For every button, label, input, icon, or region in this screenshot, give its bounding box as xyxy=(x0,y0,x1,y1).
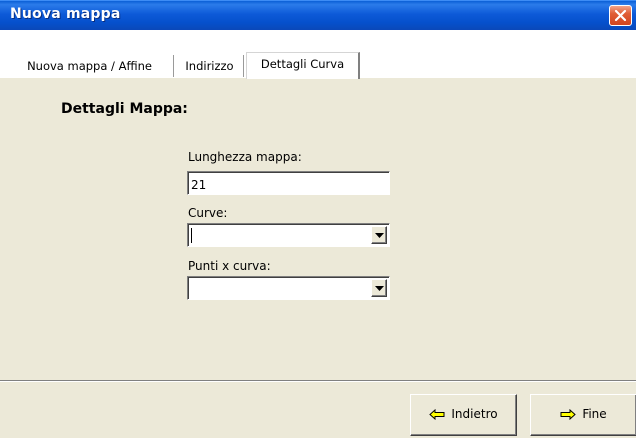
finish-button-content: Fine xyxy=(531,407,636,421)
finish-button-label: Fine xyxy=(582,407,607,421)
window-title: Nuova mappa xyxy=(10,6,121,22)
points-per-curve-label: Punti x curva: xyxy=(188,259,271,273)
points-per-curve-dropdown-button[interactable] xyxy=(371,279,387,297)
chevron-down-icon xyxy=(375,286,384,291)
close-icon xyxy=(614,9,627,22)
back-button-label: Indietro xyxy=(451,407,498,421)
points-per-curve-select[interactable] xyxy=(187,276,390,300)
arrow-left-icon xyxy=(429,408,445,421)
tab-panel: Dettagli Mappa: Lunghezza mappa: Curve: … xyxy=(0,78,636,380)
curves-label: Curve: xyxy=(188,206,228,220)
tab-strip: Nuova mappa / Affine Indirizzo Dettagli … xyxy=(0,30,636,108)
tab-dettagli-curva[interactable]: Dettagli Curva xyxy=(246,52,360,79)
curves-select[interactable] xyxy=(187,223,390,247)
dialog-footer: Indietro Fine xyxy=(0,382,636,438)
tab-indirizzo[interactable]: Indirizzo xyxy=(176,55,244,77)
close-button[interactable] xyxy=(609,5,632,26)
text-caret xyxy=(191,228,192,243)
finish-button[interactable]: Fine xyxy=(530,394,636,436)
back-button[interactable]: Indietro xyxy=(410,394,517,436)
chevron-down-icon xyxy=(375,233,384,238)
dialog-window: Nuova mappa Nuova mappa / Affine Indiriz… xyxy=(0,0,636,438)
section-title: Dettagli Mappa: xyxy=(61,101,188,117)
map-length-label: Lunghezza mappa: xyxy=(188,150,302,164)
tab-nuova-mappa-affine[interactable]: Nuova mappa / Affine xyxy=(6,55,174,77)
back-button-content: Indietro xyxy=(411,407,516,421)
arrow-right-icon xyxy=(560,408,577,421)
title-bar[interactable]: Nuova mappa xyxy=(0,0,636,30)
curves-dropdown-button[interactable] xyxy=(371,226,387,244)
map-length-input[interactable] xyxy=(187,171,390,195)
